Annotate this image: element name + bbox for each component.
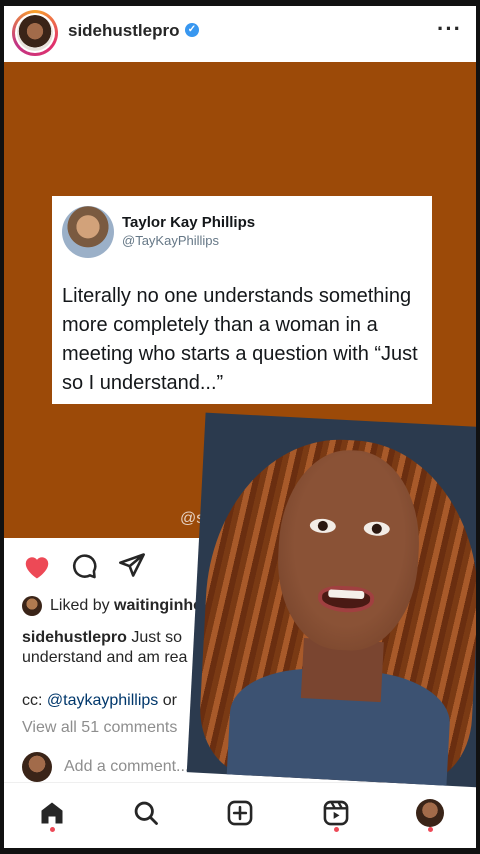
home-notification-dot (50, 827, 55, 832)
add-comment-placeholder[interactable]: Add a comment... (64, 758, 189, 776)
profile-avatar[interactable] (414, 797, 446, 829)
profile-notification-dot (428, 827, 433, 832)
caption-text-line1: Just so (126, 629, 183, 646)
verified-badge-icon: ✓ (185, 23, 199, 37)
comment-icon[interactable] (70, 552, 98, 585)
share-icon[interactable] (118, 551, 146, 584)
creator-mouth (317, 584, 375, 614)
author-username[interactable]: sidehustlepro (68, 21, 179, 41)
caption-username[interactable]: sidehustlepro (22, 629, 127, 646)
creator-left-eye (309, 518, 337, 534)
liked-by-user[interactable]: waitinginhe (114, 597, 202, 615)
tweet-author-handle: @TayKayPhillips (122, 233, 220, 248)
search-icon[interactable] (130, 797, 162, 829)
tweet-text: Literally no one understands something m… (62, 285, 418, 394)
create-icon[interactable] (224, 797, 256, 829)
viewer-avatar (22, 752, 52, 782)
caption-cc-line: cc: @taykayphillips or (22, 692, 177, 710)
add-comment-row[interactable]: Add a comment... (22, 752, 189, 782)
cc-prefix: cc: (22, 692, 47, 709)
view-all-comments-link[interactable]: View all 51 comments (22, 719, 177, 737)
tweet-card: Taylor Kay Phillips @TayKayPhillips Lite… (52, 196, 432, 404)
post-header: sidehustlepro ✓ ··· (4, 6, 476, 62)
liker-avatar (22, 596, 42, 616)
heart-filled-icon[interactable] (22, 552, 52, 585)
creator-video-overlay (186, 412, 476, 788)
cc-suffix: or (158, 692, 177, 709)
author-avatar[interactable] (12, 10, 58, 56)
tweet-author-name: Taylor Kay Phillips (122, 214, 256, 231)
caption-text-line2: understand and am rea (22, 649, 188, 666)
liked-by-prefix: Liked by (50, 597, 110, 614)
home-icon[interactable] (36, 797, 68, 829)
tweet-avatar (62, 206, 114, 258)
liked-by-line[interactable]: Liked by waitinginhe (22, 596, 202, 616)
bottom-navigation (4, 782, 476, 848)
creator-right-eye (363, 521, 391, 537)
more-options-icon[interactable]: ··· (437, 16, 462, 42)
cc-mention-link[interactable]: @taykayphillips (47, 692, 158, 709)
instagram-post-screen: sidehustlepro ✓ ··· Taylor Kay Phillips … (4, 6, 476, 848)
reels-notification-dot (334, 827, 339, 832)
reels-icon[interactable] (320, 797, 352, 829)
